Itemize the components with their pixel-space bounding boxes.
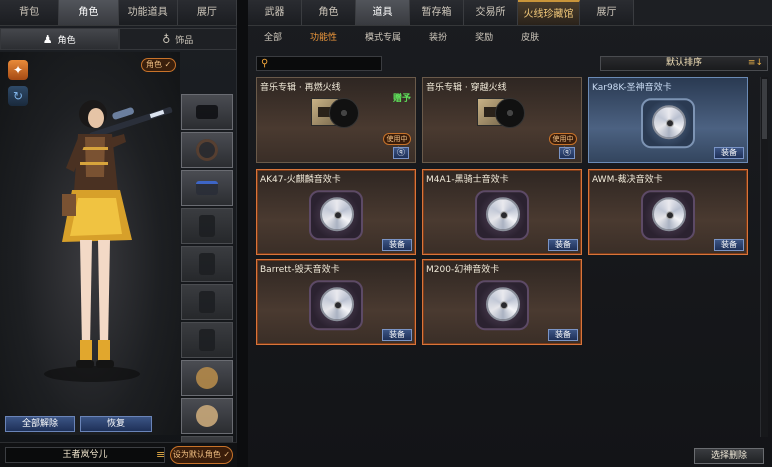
disc-icon (652, 105, 686, 140)
equip-button[interactable]: 装备 (548, 329, 578, 341)
tab-collection-hall[interactable]: 火线珍藏馆 (518, 0, 580, 25)
tab-weapons[interactable]: 武器 (248, 0, 302, 25)
item-card-barrett[interactable]: Barrett-毁天音效卡 装备 (256, 259, 416, 345)
item-card-m200[interactable]: M200-幻神音效卡 装备 (422, 259, 582, 345)
filter-rewards[interactable]: 奖励 (459, 30, 505, 46)
character-viewer[interactable]: ✦ ↻ 角色 ✓ (0, 52, 180, 435)
disc-icon (320, 197, 354, 232)
in-use-badge: 使用中✓ (549, 133, 577, 153)
tab-showroom[interactable]: 展厅 (177, 0, 237, 25)
left-subtab-bar: ♟ 角色 ♁ 饰品 (0, 28, 237, 50)
album-detail-button[interactable]: ⓠ (559, 147, 575, 159)
item-scrollbar[interactable] (760, 77, 768, 437)
slot-belt[interactable] (181, 322, 233, 358)
tab-exchange[interactable]: 交易所 (464, 0, 518, 25)
filter-skins[interactable]: 皮肤 (505, 30, 551, 46)
menu-icon[interactable]: ≡ (156, 448, 165, 461)
slot-head[interactable] (181, 132, 233, 168)
sound-card-graphic (469, 188, 535, 242)
restore-button[interactable]: 恢复 (80, 416, 152, 432)
slot-accessory-1[interactable] (181, 360, 233, 396)
select-delete-button[interactable]: 选择删除 (694, 448, 764, 464)
sort-label: 默认排序 (665, 58, 702, 68)
gift-label: 赠予 (392, 94, 411, 104)
subtab-character-label: 角色 (57, 35, 76, 46)
sound-card-graphic (635, 188, 701, 242)
character-name: 王者岚兮儿 (5, 447, 165, 463)
filter-functional[interactable]: 功能性 (294, 30, 349, 46)
right-tab-bar: 武器 角色 道具 暂存箱 交易所 火线珍藏馆 展厅 (248, 0, 772, 26)
equip-button[interactable]: 装备 (382, 239, 412, 251)
item-title: Barrett-毁天音效卡 (260, 265, 340, 275)
clear-all-button[interactable]: 全部解除 (5, 416, 75, 432)
sound-card-graphic (469, 278, 535, 332)
slot-gloves[interactable] (181, 284, 233, 320)
item-title: Kar98K-圣神音效卡 (592, 83, 672, 93)
item-title: 音乐专辑 · 再燃火线 (260, 83, 341, 93)
sound-card-graphic (635, 96, 701, 150)
tab-character[interactable]: 角色 (59, 0, 119, 25)
tab-function-items[interactable]: 功能道具 (118, 0, 178, 25)
item-title: M4A1-黑骑士音效卡 (426, 175, 509, 185)
sort-dropdown[interactable]: 默认排序 ≡↓ (600, 56, 768, 71)
subtab-accessory-label: 饰品 (175, 35, 194, 46)
character-icon: ♟ (42, 32, 53, 46)
tab-backpack[interactable]: 背包 (0, 0, 60, 25)
disc-icon (486, 287, 520, 322)
sound-card-graphic (303, 278, 369, 332)
character-model (44, 100, 173, 382)
slot-vest[interactable] (181, 246, 233, 282)
item-card-kar98k[interactable]: Kar98K-圣神音效卡 装备 (588, 77, 748, 163)
item-card-ak47[interactable]: AK47-火麒麟音效卡 装备 (256, 169, 416, 255)
item-title: 音乐专辑 · 穿越火线 (426, 83, 507, 93)
subtab-accessory[interactable]: ♁ 饰品 (118, 28, 237, 50)
slot-glasses[interactable] (181, 170, 233, 206)
character-panel: 背包 角色 功能道具 展厅 ♟ 角色 ♁ 饰品 ✦ ↻ 角色 ✓ 全部解除 恢复… (0, 0, 237, 467)
character-footer: 王者岚兮儿 ≡ 设为默认角色 ✓ (0, 442, 237, 467)
equip-button[interactable]: 装备 (382, 329, 412, 341)
equip-button[interactable]: 装备 (714, 147, 744, 159)
scrollbar-thumb[interactable] (762, 79, 767, 139)
search-icon: ⚲ (261, 58, 269, 69)
filter-all[interactable]: 全部 (248, 30, 294, 46)
filter-outfit[interactable]: 装扮 (413, 30, 459, 46)
item-card-m4a1[interactable]: M4A1-黑骑士音效卡 装备 (422, 169, 582, 255)
item-filter-bar: 全部 功能性 模式专属 装扮 奖励 皮肤 (248, 30, 551, 46)
album-detail-button[interactable]: ⓠ (393, 147, 409, 159)
disc-icon (486, 197, 520, 232)
tab-exhibition[interactable]: 展厅 (580, 0, 634, 25)
filter-mode-exclusive[interactable]: 模式专属 (349, 30, 413, 46)
item-search: ⚲ (256, 56, 382, 71)
disc-icon (320, 287, 354, 322)
accessory-icon: ♁ (162, 32, 171, 46)
item-card-awm[interactable]: AWM-裁决音效卡 装备 (588, 169, 748, 255)
equip-button[interactable]: 装备 (714, 239, 744, 251)
sort-order-icon[interactable]: ≡↓ (748, 57, 763, 70)
equipment-slots (181, 94, 235, 467)
inventory-panel: 武器 角色 道具 暂存箱 交易所 火线珍藏馆 展厅 全部 功能性 模式专属 装扮… (248, 0, 772, 467)
tab-characters[interactable]: 角色 (302, 0, 356, 25)
in-use-badge: 使用中✓ (383, 133, 411, 153)
subtab-character[interactable]: ♟ 角色 (0, 28, 119, 50)
slot-body[interactable] (181, 208, 233, 244)
item-card-album-rekindle[interactable]: 音乐专辑 · 再燃火线 赠予 使用中✓ ⓠ (256, 77, 416, 163)
item-title: M200-幻神音效卡 (426, 265, 500, 275)
vinyl-record-icon (495, 98, 525, 128)
item-title: AK47-火麒麟音效卡 (260, 175, 341, 185)
equip-button[interactable]: 装备 (548, 239, 578, 251)
left-tab-bar: 背包 角色 功能道具 展厅 (0, 0, 237, 26)
slot-accessory-2[interactable] (181, 398, 233, 434)
slot-weapon[interactable] (181, 94, 233, 130)
set-default-character-button[interactable]: 设为默认角色 ✓ (170, 446, 233, 464)
disc-icon (652, 197, 686, 232)
sound-card-graphic (303, 188, 369, 242)
tab-storage[interactable]: 暂存箱 (410, 0, 464, 25)
vinyl-record-icon (329, 98, 359, 128)
item-title: AWM-裁决音效卡 (592, 175, 663, 185)
item-card-album-crossfire[interactable]: 音乐专辑 · 穿越火线 使用中✓ ⓠ (422, 77, 582, 163)
tab-items[interactable]: 道具 (356, 0, 410, 25)
search-input[interactable] (273, 57, 377, 70)
